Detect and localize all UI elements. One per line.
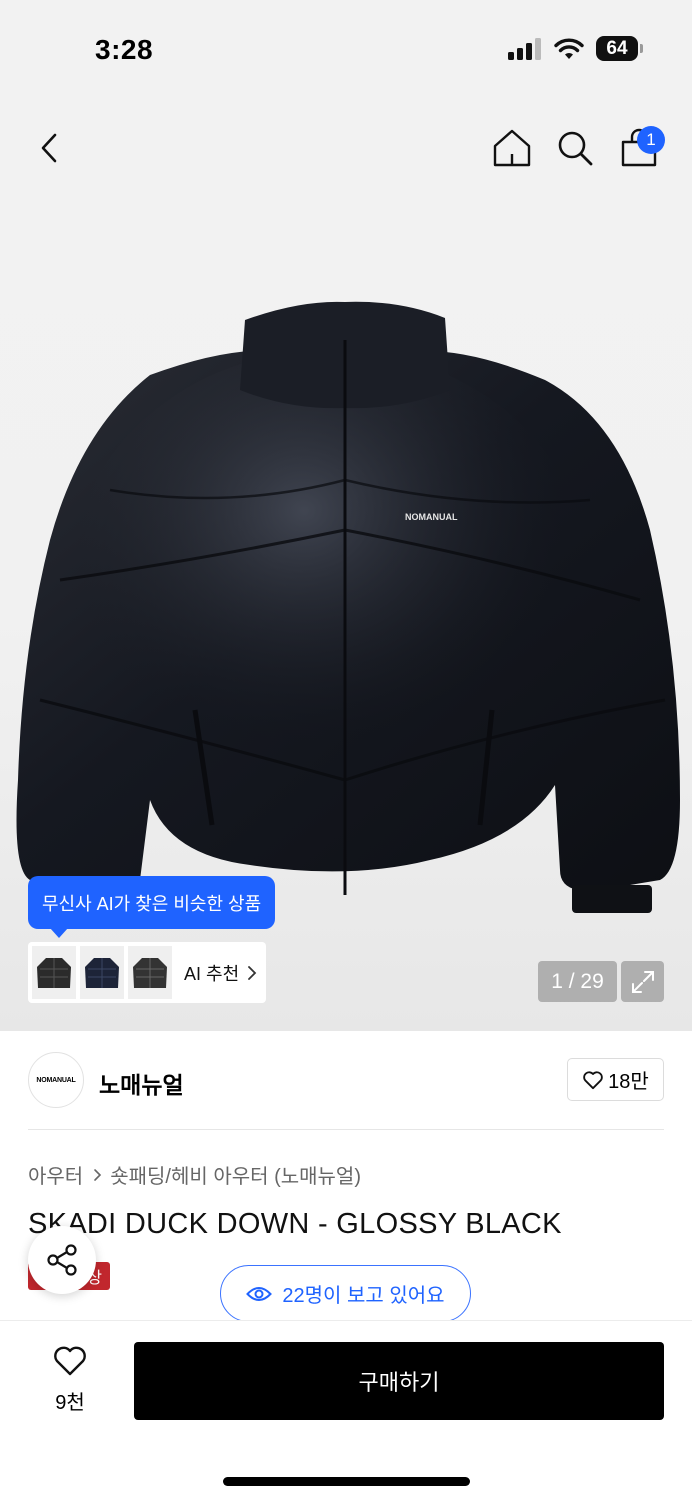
heart-icon [583, 1070, 603, 1089]
ai-thumb-1[interactable] [32, 946, 76, 999]
brand-logo[interactable]: NOMANUAL [28, 1052, 84, 1108]
back-button[interactable] [22, 120, 78, 176]
divider [28, 1129, 664, 1130]
eye-icon [246, 1286, 273, 1301]
cart-button[interactable]: 1 [611, 120, 667, 176]
product-image[interactable]: NOMANUAL [0, 280, 692, 940]
photo-brand-logo: NOMANUAL [405, 512, 458, 522]
ai-recommend-button[interactable]: AI 추천 [28, 942, 266, 1003]
breadcrumb-level-1[interactable]: 아우터 [28, 1160, 83, 1189]
cart-count-badge: 1 [637, 126, 665, 154]
brand-like-count: 18만 [608, 1071, 649, 1093]
viewers-indicator: 22명이 보고 있어요 [220, 1265, 471, 1322]
back-icon [41, 133, 57, 163]
ai-recommend-label: AI 추천 [184, 963, 240, 984]
signal-icon [508, 37, 541, 60]
breadcrumb: 아우터 숏패딩/헤비 아우터 (노매뉴얼) [28, 1160, 361, 1189]
home-icon [493, 129, 531, 167]
home-button[interactable] [484, 120, 540, 176]
image-page-counter: 1 / 29 [538, 961, 617, 1002]
wifi-icon [554, 38, 584, 59]
share-icon [47, 1244, 77, 1276]
status-time: 3:28 [95, 34, 154, 65]
ai-thumb-2[interactable] [80, 946, 124, 999]
jacket-thumbnail-icon [37, 957, 71, 988]
brand-row: NOMANUAL 노매뉴얼 18만 [28, 1052, 664, 1108]
home-indicator [223, 1477, 470, 1486]
chevron-right-icon [93, 1168, 102, 1182]
status-bar: 3:28 64 [0, 0, 692, 100]
ai-similar-tooltip[interactable]: 무신사 AI가 찾은 비슷한 상품 [28, 876, 276, 938]
expand-image-button[interactable] [621, 961, 664, 1002]
viewers-text: 22명이 보고 있어요 [282, 1285, 445, 1307]
breadcrumb-level-2[interactable]: 숏패딩/헤비 아우터 (노매뉴얼) [110, 1160, 361, 1189]
status-icons: 64 [508, 36, 643, 61]
product-title: SKADI DUCK DOWN - GLOSSY BLACK [28, 1208, 562, 1240]
buy-button[interactable]: 구매하기 [134, 1342, 664, 1420]
chevron-right-icon [248, 965, 257, 980]
jacket-thumbnail-icon [133, 957, 167, 988]
top-nav: 1 [0, 110, 692, 190]
battery-icon: 64 [596, 36, 643, 61]
jacket-thumbnail-icon [85, 957, 119, 988]
heart-icon [54, 1346, 86, 1376]
share-button[interactable] [28, 1226, 96, 1294]
brand-name[interactable]: 노매뉴얼 [99, 1066, 184, 1100]
search-icon [558, 131, 593, 166]
expand-icon [631, 970, 654, 993]
product-gallery[interactable]: 3:28 64 1 NOMANUAL 무신사 AI가 찾은 비슷한 상품 AI … [0, 0, 692, 1031]
wishlist-button[interactable]: 9천 [30, 1345, 110, 1415]
ai-thumb-3[interactable] [128, 946, 172, 999]
wishlist-count: 9천 [55, 1392, 85, 1414]
brand-like-button[interactable]: 18만 [567, 1058, 664, 1101]
purchase-bar: 9천 구매하기 [0, 1320, 692, 1500]
search-button[interactable] [547, 120, 603, 176]
